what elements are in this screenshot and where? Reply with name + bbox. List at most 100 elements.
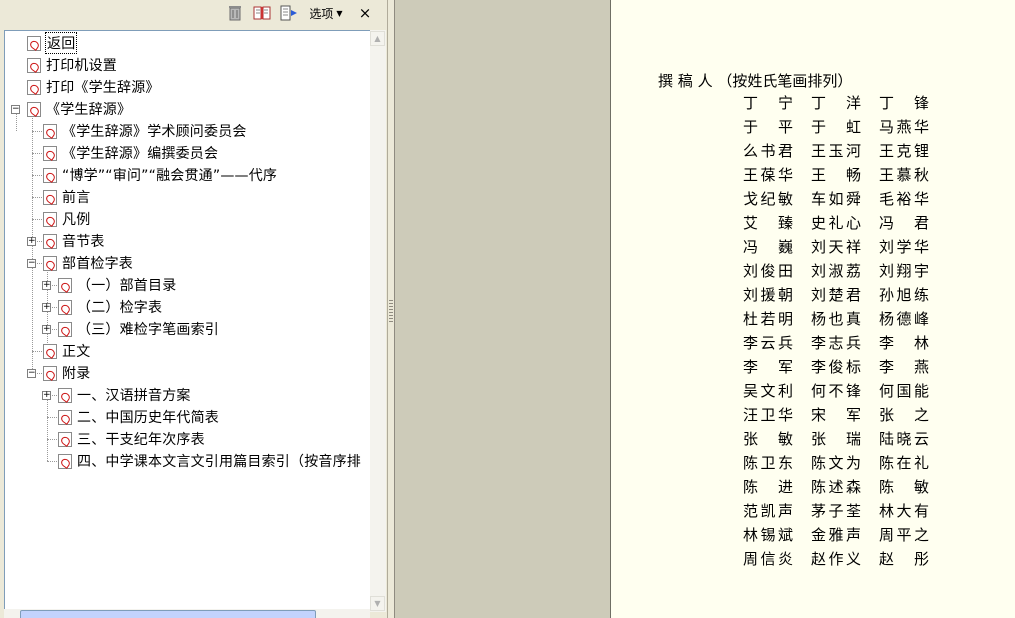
options-menu-button[interactable]: 选项 ▼ [303, 3, 349, 23]
contributor-name: 李林 [879, 334, 929, 352]
contributor-name: 张瑞 [811, 430, 861, 448]
contributor-name: 王克锂 [879, 142, 929, 160]
contributor-name: 刘天祥 [811, 238, 861, 256]
pdf-bookmark-icon [43, 189, 57, 205]
pdf-bookmark-icon [27, 79, 41, 95]
contributors-heading: 撰 稿 人 （按姓氏笔画排列） [658, 70, 852, 91]
collapse-icon[interactable]: − [27, 259, 36, 268]
contributor-name: 吴文利 [743, 382, 793, 400]
bookmark-item[interactable]: （三）难检字笔画索引 [58, 319, 219, 339]
bookmark-item[interactable]: 打印《学生辞源》 [27, 77, 160, 97]
pdf-bookmark-icon [43, 255, 57, 271]
heading-char-1: 撰 [658, 72, 674, 90]
horizontal-scroll-thumb[interactable] [20, 610, 316, 618]
bookmark-item[interactable]: “博学”“审问”“融会贯通”——代序 [43, 165, 277, 185]
contributor-name: 史礼心 [811, 214, 861, 232]
scroll-up-icon[interactable]: ▲ [370, 31, 385, 46]
bookmark-label: 打印《学生辞源》 [46, 80, 160, 96]
bookmark-item[interactable]: 《学生辞源》 [27, 99, 131, 119]
contributor-name: 陈进 [743, 478, 793, 496]
pdf-bookmark-icon [58, 387, 72, 403]
pdf-bookmark-icon [27, 57, 41, 73]
contributor-name: 何国能 [879, 382, 929, 400]
tree-connector [32, 153, 42, 154]
trash-icon[interactable] [226, 3, 244, 23]
expand-icon[interactable]: + [42, 281, 51, 290]
contributor-name: 宋军 [811, 406, 861, 424]
bookmark-item[interactable]: 打印机设置 [27, 55, 117, 75]
bookmark-item[interactable]: 附录 [43, 363, 90, 383]
expand-icon[interactable]: + [27, 237, 36, 246]
bookmark-item[interactable]: 《学生辞源》编撰委员会 [43, 143, 218, 163]
bookmark-label: 返回 [45, 32, 78, 54]
bookmark-item[interactable]: 前言 [43, 187, 90, 207]
vertical-scrollbar[interactable]: ▲ ▼ [370, 30, 386, 612]
contributor-name: 冯巍 [743, 238, 793, 256]
contributor-name: 张之 [879, 406, 929, 424]
bookmark-label: 前言 [62, 190, 91, 206]
tree-connector [32, 351, 42, 352]
contributor-name: 刘学华 [879, 238, 929, 256]
contributor-name: 陈在礼 [879, 454, 929, 472]
pdf-bookmark-icon [43, 167, 57, 183]
bookmarks-panel: 选项 ▼ × 返回 打印机设置 打印《学生辞源》 《学生辞源》 − 《学生辞源》学术顾问委员… [0, 0, 387, 618]
pdf-bookmark-icon [58, 299, 72, 315]
tree-guide [47, 395, 48, 461]
bookmark-label: 打印机设置 [46, 58, 117, 74]
collapse-icon[interactable]: − [11, 105, 20, 114]
tree-connector [32, 219, 42, 220]
close-icon[interactable]: × [355, 3, 375, 23]
bookmark-label: 凡例 [62, 212, 91, 228]
bookmark-label: 二、中国历史年代简表 [77, 410, 219, 426]
contributor-name: 赵彤 [879, 550, 929, 568]
bookmark-item[interactable]: 凡例 [43, 209, 90, 229]
pdf-bookmark-icon [58, 431, 72, 447]
contributor-name: 李志兵 [811, 334, 861, 352]
bookmark-label: 附录 [62, 366, 91, 382]
contributor-name: 张敏 [743, 430, 793, 448]
bookmark-tree: 返回 打印机设置 打印《学生辞源》 《学生辞源》 − 《学生辞源》学术顾问委员会 《学生辞源… [4, 30, 370, 609]
book-icon[interactable] [253, 3, 271, 23]
contributor-name: 李云兵 [743, 334, 793, 352]
pdf-bookmark-icon [58, 321, 72, 337]
bookmark-label: （二）检字表 [77, 300, 163, 316]
bookmark-item[interactable]: 三、干支纪年次序表 [58, 429, 205, 449]
document-page: 撰 稿 人 （按姓氏笔画排列） 丁宁 丁洋 丁锋 于平 于虹 马燕华 么书君 王玉河 王克锂 王葆… [610, 0, 1015, 618]
bookmark-item[interactable]: 二、中国历史年代简表 [58, 407, 219, 427]
expand-icon[interactable]: + [42, 325, 51, 334]
bookmark-item[interactable]: 返回 [27, 32, 78, 54]
bookmark-item[interactable]: 正文 [43, 341, 90, 361]
book-arrow-icon[interactable] [279, 3, 299, 23]
contributor-name: 林锡斌 [743, 526, 793, 544]
bookmark-item[interactable]: （二）检字表 [58, 297, 162, 317]
bookmark-item[interactable]: 《学生辞源》学术顾问委员会 [43, 121, 247, 141]
panel-splitter[interactable] [387, 0, 395, 618]
bookmark-label: 一、汉语拼音方案 [77, 388, 191, 404]
expand-icon[interactable]: + [42, 303, 51, 312]
contributor-name: 陈卫东 [743, 454, 793, 472]
bookmark-item[interactable]: （一）部首目录 [58, 275, 176, 295]
bookmark-item[interactable]: 一、汉语拼音方案 [58, 385, 191, 405]
collapse-icon[interactable]: − [27, 369, 36, 378]
heading-note: （按姓氏笔画排列） [717, 72, 853, 90]
scroll-down-icon[interactable]: ▼ [370, 596, 385, 611]
bookmark-label: 三、干支纪年次序表 [77, 432, 205, 448]
bookmarks-toolbar: 选项 ▼ × [0, 0, 387, 26]
tree-connector [47, 417, 57, 418]
bookmark-label: （三）难检字笔画索引 [77, 322, 219, 338]
contributor-name: 何不锋 [811, 382, 861, 400]
horizontal-scrollbar[interactable] [4, 609, 370, 618]
contributor-name: 刘楚君 [811, 286, 861, 304]
bookmark-item[interactable]: 部首检字表 [43, 253, 133, 273]
contributor-name: 赵作义 [811, 550, 861, 568]
contributor-name: 毛裕华 [879, 190, 929, 208]
pdf-bookmark-icon [43, 211, 57, 227]
contributor-name: 周信炎 [743, 550, 793, 568]
bookmark-item[interactable]: 音节表 [43, 231, 105, 251]
contributor-name: 杜若明 [743, 310, 793, 328]
expand-icon[interactable]: + [42, 391, 51, 400]
pdf-bookmark-icon [27, 101, 41, 117]
bookmark-item[interactable]: 四、中学课本文言文引用篇目索引（按音序排 [58, 451, 361, 471]
contributor-name: 陆晓云 [879, 430, 929, 448]
heading-char-2: 稿 [677, 72, 693, 90]
